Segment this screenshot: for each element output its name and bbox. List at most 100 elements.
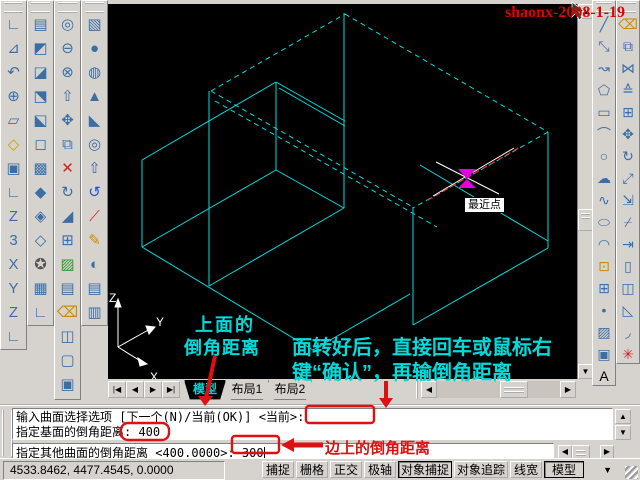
tab-last-button[interactable]: ▶|	[162, 381, 180, 398]
multiline-text-icon[interactable]: A	[593, 365, 615, 387]
offset-icon[interactable]: ≙	[617, 79, 639, 101]
hatch-icon[interactable]: ▨	[593, 321, 615, 343]
ucs-x-icon[interactable]: X	[1, 253, 26, 277]
polygon-icon[interactable]: ⬠	[593, 79, 615, 101]
move-faces-icon[interactable]: ✥	[55, 109, 80, 133]
copy-icon[interactable]: ⧉	[617, 35, 639, 57]
offset-faces-icon[interactable]: ⧉	[55, 133, 80, 157]
rotate-icon[interactable]: ↻	[617, 145, 639, 167]
command-history[interactable]: 输入曲面选择选项 [下一个(N)/当前(OK)] <当前>: 指定基面的倒角距离…	[12, 408, 613, 440]
point-icon[interactable]: •	[593, 299, 615, 321]
3d-continuous-orbit-icon[interactable]: ◈	[28, 205, 53, 229]
ellipse-icon[interactable]: ⬭	[593, 211, 615, 233]
ucs-apply-icon[interactable]: ∟	[1, 325, 26, 349]
stretch-icon[interactable]: ⇲	[617, 189, 639, 211]
region-icon[interactable]: ▣	[593, 343, 615, 365]
mirror-icon[interactable]: ⋈	[617, 57, 639, 79]
ucs-world-icon[interactable]: ⊕	[1, 85, 26, 109]
rotate-faces-icon[interactable]: ↻	[55, 181, 80, 205]
canvas-vscrollbar[interactable]: ▲ ▼	[577, 4, 593, 379]
toolbar-grip[interactable]	[31, 2, 50, 13]
ucs-icon[interactable]: ∟	[1, 13, 26, 37]
status-toggle-ortho[interactable]: 正交	[330, 461, 362, 478]
status-toggle-grid[interactable]: 栅格	[296, 461, 328, 478]
view-front-icon[interactable]: ◻	[28, 133, 53, 157]
revolve-icon[interactable]: ↺	[82, 181, 107, 205]
intersect-icon[interactable]: ⊗	[55, 61, 80, 85]
trim-icon[interactable]: ⌿	[617, 211, 639, 233]
separate-icon[interactable]: ◫	[55, 325, 80, 349]
taper-faces-icon[interactable]: ◢	[55, 205, 80, 229]
copy-faces-icon[interactable]: ⊞	[55, 229, 80, 253]
view-nw-isometric-icon[interactable]: ⬕	[28, 109, 53, 133]
torus-icon[interactable]: ◎	[82, 133, 107, 157]
sphere-icon[interactable]: ●	[82, 37, 107, 61]
setup-view-icon[interactable]: ▥	[82, 301, 107, 325]
window-resize-grip[interactable]	[625, 466, 638, 479]
imprint-icon[interactable]: ▤	[55, 277, 80, 301]
delete-faces-icon[interactable]: ✕	[55, 157, 80, 181]
wedge-icon[interactable]: ◣	[82, 109, 107, 133]
ucs-object-icon[interactable]: ▱	[1, 109, 26, 133]
setup-drawing-icon[interactable]: ▤	[82, 277, 107, 301]
ucs-z-axis-vector-icon[interactable]: Z	[1, 205, 26, 229]
command-scroll-down-button[interactable]: ▼	[615, 425, 631, 440]
ucs-y-icon[interactable]: Y	[1, 277, 26, 301]
ucs-origin-icon[interactable]: ∟	[1, 181, 26, 205]
ucs-z-icon[interactable]: Z	[1, 301, 26, 325]
ellipse-arc-icon[interactable]: ◠	[593, 233, 615, 255]
scale-icon[interactable]: ⤢	[617, 167, 639, 189]
ucs-face-icon[interactable]: ◇	[1, 133, 26, 157]
chamfer-icon[interactable]: ◺	[617, 299, 639, 321]
tab-first-button[interactable]: |◀	[108, 381, 126, 398]
ucs-3point-icon[interactable]: 3	[1, 229, 26, 253]
3d-orbit-icon[interactable]: ◆	[28, 181, 53, 205]
move-ucs-icon[interactable]: ∟	[28, 301, 53, 325]
status-toggle-model-space[interactable]: 模型	[544, 461, 584, 478]
toolbar-grip[interactable]	[85, 2, 104, 13]
scroll-down-button[interactable]: ▼	[578, 364, 593, 379]
extrude-faces-icon[interactable]: ⇧	[55, 85, 80, 109]
status-menu-arrow[interactable]: ▼	[603, 465, 612, 475]
break-icon[interactable]: ◫	[617, 277, 639, 299]
tab-model[interactable]: 模型	[184, 380, 226, 400]
ucs-previous-icon[interactable]: ↶	[1, 61, 26, 85]
check-icon[interactable]: ▣	[55, 373, 80, 397]
cylinder-icon[interactable]: ◍	[82, 61, 107, 85]
color-faces-icon[interactable]: ▨	[55, 253, 80, 277]
tab-layout1[interactable]: 布局1	[225, 380, 269, 400]
union-icon[interactable]: ◎	[55, 13, 80, 37]
vscroll-thumb[interactable]	[578, 209, 593, 231]
extrude-icon[interactable]: ⇧	[82, 157, 107, 181]
explode-icon[interactable]: ✳	[617, 343, 639, 365]
box-icon[interactable]: ▧	[82, 13, 107, 37]
extend-icon[interactable]: ⇥	[617, 233, 639, 255]
view-sw-isometric-icon[interactable]: ◩	[28, 37, 53, 61]
revision-cloud-icon[interactable]: ☁	[593, 167, 615, 189]
hscroll-right-button[interactable]: ▶	[560, 381, 576, 398]
status-toggle-polar[interactable]: 极轴	[364, 461, 396, 478]
fillet-icon[interactable]: ◞	[617, 321, 639, 343]
status-toggle-snap[interactable]: 捕捉	[262, 461, 294, 478]
move-icon[interactable]: ✥	[617, 123, 639, 145]
ucs-view-icon[interactable]: ▣	[1, 157, 26, 181]
ucs-ii-icon[interactable]: ⊿	[1, 37, 26, 61]
insert-block-icon[interactable]: ⊡	[593, 255, 615, 277]
polyline-icon[interactable]: ↝	[593, 57, 615, 79]
view-se-isometric-icon[interactable]: ◪	[28, 61, 53, 85]
3d-swivel-icon[interactable]: ◇	[28, 229, 53, 253]
status-toggle-otrack[interactable]: 对象追踪	[454, 461, 508, 478]
command-hscroll-right-button[interactable]: ▶	[600, 445, 614, 459]
slice-icon[interactable]: ⟋	[82, 205, 107, 229]
view-back-icon[interactable]: ▩	[28, 157, 53, 181]
shell-icon[interactable]: ▢	[55, 349, 80, 373]
break-at-point-icon[interactable]: ▯	[617, 255, 639, 277]
command-hscroll-left-button[interactable]: ◀	[558, 445, 572, 459]
toolbar-grip[interactable]	[58, 2, 77, 13]
drawing-area[interactable]: Z Y X 上面的 倒角距离 面转好后，直接回车或鼠标右 键“确认”，再输倒角距…	[108, 4, 577, 379]
clean-icon[interactable]: ⌫	[55, 301, 80, 325]
arc-icon[interactable]: ⌒	[593, 123, 615, 145]
tab-next-button[interactable]: ▶	[144, 381, 162, 398]
toolbar-grip[interactable]	[4, 2, 23, 13]
named-ucs-icon[interactable]: ▦	[28, 277, 53, 301]
